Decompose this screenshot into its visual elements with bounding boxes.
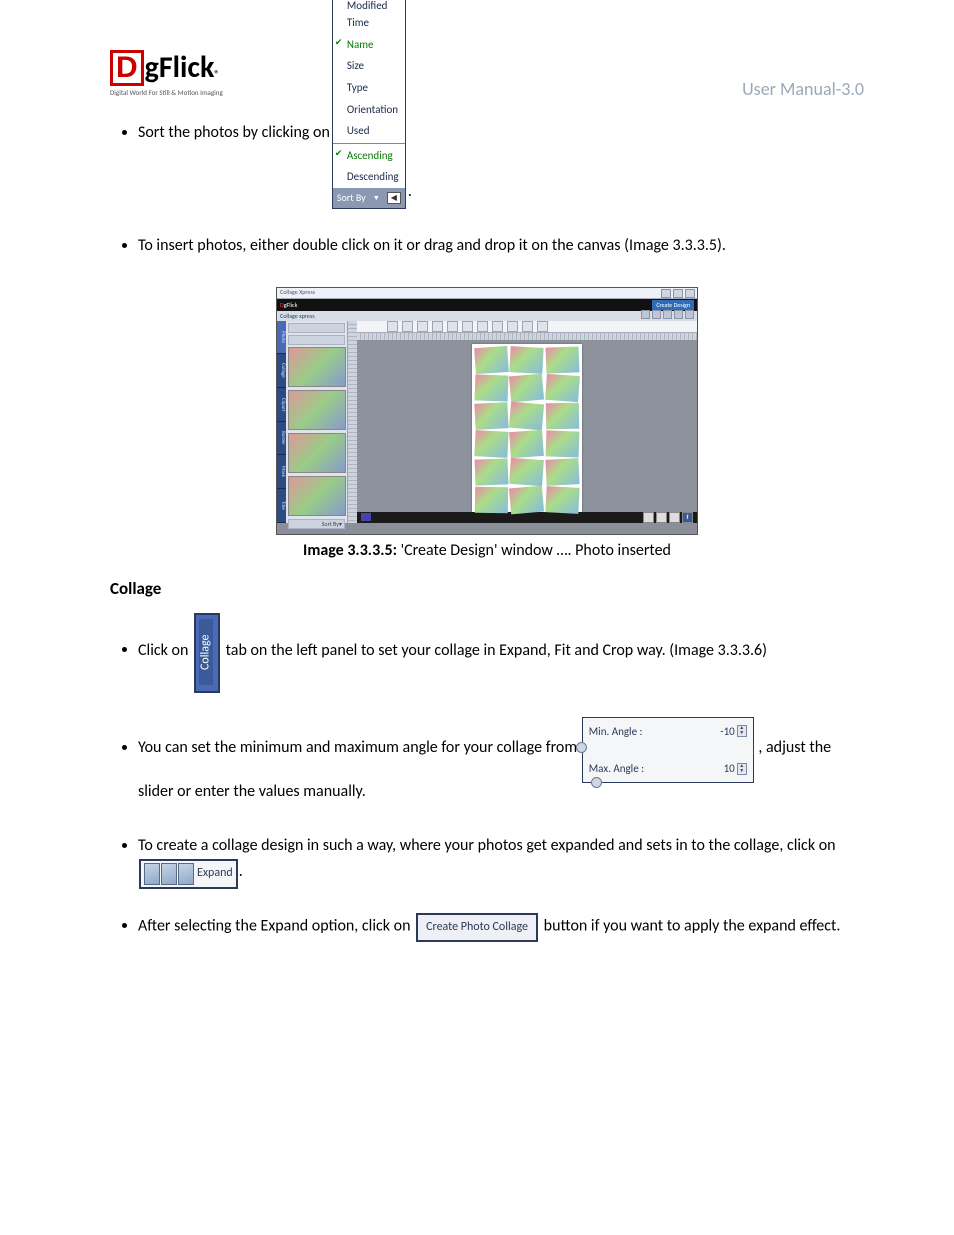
status-left-icon <box>361 513 371 521</box>
stepper-down-icon[interactable]: ▼ <box>738 769 746 774</box>
status-bar: f <box>357 512 697 523</box>
min-angle-label: Min. Angle : <box>589 723 643 741</box>
bullet-collage-before: Click on <box>138 640 192 659</box>
bullet-sort-text-before: Sort the photos by clicking on <box>138 123 330 142</box>
collage-canvas <box>472 344 582 512</box>
min-angle-value: -10 <box>713 723 735 741</box>
max-angle-value: 10 <box>713 760 735 778</box>
min-icon <box>661 289 671 298</box>
export-icon <box>669 512 680 523</box>
create-photo-collage-button[interactable]: Create Photo Collage <box>416 913 538 942</box>
thumb-icon <box>288 347 346 387</box>
app-screenshot: Collage Xpress DgFlick Create Design Col… <box>276 287 698 535</box>
collage-tab-button[interactable]: Collage <box>194 613 220 693</box>
registered-mark: ® <box>214 69 219 79</box>
caption-rest: 'Create Design' window …. Photo inserted <box>397 541 671 560</box>
thumb-icon <box>288 433 346 473</box>
window-title: Collage Xpress <box>277 288 315 296</box>
max-angle-stepper[interactable]: 10 ▲▼ <box>713 760 747 778</box>
stepper-down-icon[interactable]: ▼ <box>738 731 746 736</box>
facebook-icon: f <box>682 512 693 523</box>
angle-panel[interactable]: Min. Angle : -10 ▲▼ Max. Angle : 10 ▲▼ <box>582 717 754 784</box>
bullet-cpc-after: button if you want to apply the expand e… <box>544 916 841 935</box>
thumb-icon <box>288 390 346 430</box>
sort-option-size[interactable]: Size <box>333 55 405 77</box>
section-heading-collage: Collage <box>110 578 864 599</box>
bullet-sort-text-after: . <box>408 179 412 205</box>
sort-option-type[interactable]: Type <box>333 77 405 99</box>
app-brand: DgFlick <box>280 301 297 309</box>
logo-text: gFlick <box>145 53 215 83</box>
sort-by-menu[interactable]: Date Modified Time Name Size Type Orient… <box>332 0 406 209</box>
bullet-expand-after: . <box>239 862 243 881</box>
logo-d-mark: D <box>110 50 144 86</box>
bullet-sort: Sort the photos by clicking on Date Modi… <box>138 120 864 205</box>
left-side-tabs: Photo Collage Clipart Border Mask Title <box>277 321 286 523</box>
bullet-cpc-before: After selecting the Expand option, click… <box>138 916 414 935</box>
create-design-button: Create Design <box>652 300 694 310</box>
print-icon <box>656 512 667 523</box>
bullet-collage-tab: Click on Collage tab on the left panel t… <box>138 613 864 689</box>
max-angle-label: Max. Angle : <box>589 760 644 778</box>
sort-option-name[interactable]: Name <box>333 34 405 56</box>
min-angle-stepper[interactable]: -10 ▲▼ <box>713 723 747 741</box>
figure-caption: Image 3.3.3.5: 'Create Design' window ….… <box>110 541 864 560</box>
save-icon <box>643 512 654 523</box>
toolbar <box>357 321 697 333</box>
expand-button[interactable]: Expand <box>139 859 238 889</box>
sort-collapse-icon[interactable]: ◀ <box>387 192 401 204</box>
bullet-insert: To insert photos, either double click on… <box>138 233 864 259</box>
close-icon <box>685 289 695 298</box>
bullet-cpc: After selecting the Expand option, click… <box>138 913 864 940</box>
brand-logo: DgFlick® Digital World For Still & Motio… <box>110 50 223 97</box>
bullet-angle: You can set the minimum and maximum angl… <box>138 717 864 805</box>
sort-by-button[interactable]: Sort By ▼ ◀ <box>333 188 405 208</box>
window-titlebar: Collage Xpress <box>277 288 697 299</box>
max-icon <box>673 289 683 298</box>
sort-by-label: Sort By <box>337 190 366 206</box>
logo-tagline: Digital World For Still & Motion Imaging <box>110 88 223 97</box>
caption-bold: Image 3.3.3.5: <box>303 541 397 560</box>
sort-order-asc[interactable]: Ascending <box>333 145 405 167</box>
bullet-angle-before: You can set the minimum and maximum angl… <box>138 738 577 757</box>
bullet-expand: To create a collage design in such a way… <box>138 833 864 885</box>
collage-tab-label: Collage <box>199 619 213 685</box>
sort-option-modified[interactable]: Modified Time <box>333 0 405 34</box>
expand-label: Expand <box>197 864 233 883</box>
sort-order-desc[interactable]: Descending <box>333 166 405 188</box>
thumb-icon <box>288 476 346 516</box>
collage-tab-row: Collage xpress <box>280 312 315 320</box>
bullet-collage-after: tab on the left panel to set your collag… <box>226 640 767 659</box>
ruler-horizontal <box>357 333 697 340</box>
sort-option-orientation[interactable]: Orientation <box>333 99 405 121</box>
photo-thumb-panel: Sort By ▾ <box>286 321 348 523</box>
view-icons <box>639 310 694 321</box>
bullet-expand-before: To create a collage design in such a way… <box>138 836 836 855</box>
page-title: User Manual-3.0 <box>742 78 864 100</box>
expand-thumbs-icon <box>144 863 194 885</box>
sort-option-used[interactable]: Used <box>333 120 405 142</box>
ruler-vertical <box>348 321 357 523</box>
